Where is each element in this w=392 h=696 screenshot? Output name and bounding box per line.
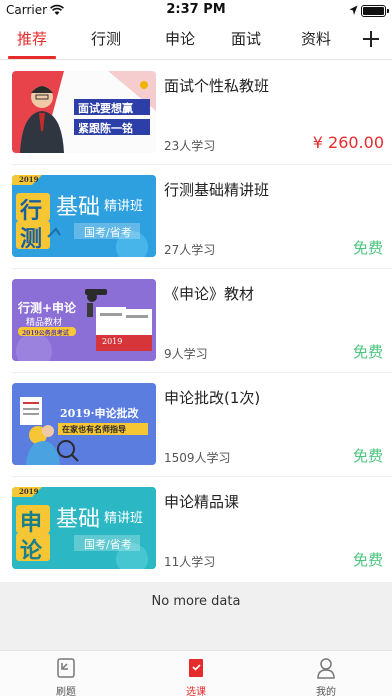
tab-materials[interactable]: 资料 (292, 22, 340, 60)
no-more-data-label: No more data (0, 582, 392, 650)
thumbnail-subline: 国考/省考 (84, 538, 132, 551)
thumbnail-headline: 面试要想赢 (78, 102, 133, 115)
nav-profile-label: 我的 (316, 687, 336, 696)
status-time: 2:37 PM (166, 2, 226, 17)
free-badge: 免费 (352, 343, 383, 361)
tab-recommend[interactable]: 推荐 (8, 22, 56, 60)
learner-count: 9人学习 (164, 347, 208, 361)
thumbnail-subline: 精品教材 (26, 318, 63, 328)
thumbnail-headline-tail: 精讲班 (104, 199, 144, 214)
course-item[interactable]: 2019·申论批改 在家也有名师指导 申论批改(1次) 1509人学习 免费 (0, 373, 392, 477)
thumbnail-exam-tag: 2019公务员考试 (22, 330, 69, 337)
course-item[interactable]: 面试要想赢 紧跟陈一铭 面试个性私教班 23人学习 ¥ 260.00 (0, 61, 392, 165)
profile-icon (317, 658, 335, 679)
thumbnail-subline: 紧跟陈一铭 (78, 122, 133, 135)
tab-xingce[interactable]: 行测 (82, 22, 130, 60)
thumbnail-year: 2019 (19, 175, 39, 184)
nav-profile[interactable]: 我的 (286, 651, 366, 696)
category-tabbar: 推荐 行测 申论 面试 资料 (0, 22, 392, 60)
course-title[interactable]: 行测基础精讲班 (164, 179, 269, 200)
learner-count: 23人学习 (164, 139, 216, 153)
thumbnail-big-char: 测 (20, 226, 43, 252)
thumbnail-headline-tail: 精讲班 (104, 511, 144, 526)
course-item[interactable]: 2019 申 论 基础 精讲班 国考/省考 申论精品课 11人学习 免费 (0, 477, 392, 581)
thumbnail-headline: 行测+申论 (18, 301, 77, 315)
free-badge: 免费 (352, 551, 383, 569)
course-thumbnail: 2019·申论批改 在家也有名师指导 (12, 383, 156, 465)
battery-icon (361, 5, 389, 17)
course-thumbnail: 2019 行 测 基础 精讲班 国考/省考 (12, 175, 156, 257)
learner-count: 1509人学习 (164, 451, 231, 465)
free-badge: 免费 (352, 447, 383, 465)
tab-shenlun[interactable]: 申论 (156, 22, 204, 60)
course-price: ¥ 260.00 (312, 133, 384, 152)
practice-icon (57, 658, 75, 678)
course-item[interactable]: 2019 行 测 基础 精讲班 国考/省考 行测基础精讲班 27人学习 免费 (0, 165, 392, 269)
nav-course-select[interactable]: 选课 (156, 651, 236, 696)
course-title[interactable]: 面试个性私教班 (164, 75, 269, 96)
bottom-navigation: 刷题 选课 我的 (0, 650, 392, 696)
learner-count: 11人学习 (164, 555, 216, 569)
status-bar: Carrier 2:37 PM (0, 0, 392, 22)
course-thumbnail: 面试要想赢 紧跟陈一铭 (12, 71, 156, 153)
course-title[interactable]: 申论精品课 (164, 491, 239, 512)
tab-interview[interactable]: 面试 (222, 22, 270, 60)
thumbnail-subline: 国考/省考 (84, 226, 132, 239)
thumbnail-book-year: 2019 (102, 337, 123, 346)
course-thumbnail: 行测+申论 精品教材 2019公务员考试 2019 (12, 279, 156, 361)
nav-practice[interactable]: 刷题 (26, 651, 106, 696)
course-select-icon (189, 659, 203, 677)
add-tab-icon[interactable] (358, 26, 384, 52)
thumbnail-big-char: 论 (20, 538, 43, 564)
course-item[interactable]: 行测+申论 精品教材 2019公务员考试 2019 《申论》教材 9人学习 免费 (0, 269, 392, 373)
thumbnail-headline: 基础 (56, 195, 101, 220)
active-tab-indicator (8, 56, 56, 59)
course-list: 面试要想赢 紧跟陈一铭 面试个性私教班 23人学习 ¥ 260.00 2019 … (0, 61, 392, 581)
thumbnail-headline: 基础 (56, 507, 101, 532)
nav-practice-label: 刷题 (56, 687, 76, 696)
nav-course-select-label: 选课 (186, 687, 206, 696)
course-thumbnail: 2019 申 论 基础 精讲班 国考/省考 (12, 487, 156, 569)
course-title[interactable]: 《申论》教材 (164, 283, 254, 304)
thumbnail-headline: 2019·申论批改 (60, 407, 139, 420)
learner-count: 27人学习 (164, 243, 216, 257)
location-arrow-icon (349, 5, 358, 15)
thumbnail-subline: 在家也有名师指导 (62, 424, 126, 434)
thumbnail-year: 2019 (19, 487, 39, 496)
course-title[interactable]: 申论批改(1次) (164, 387, 260, 408)
free-badge: 免费 (352, 239, 383, 257)
